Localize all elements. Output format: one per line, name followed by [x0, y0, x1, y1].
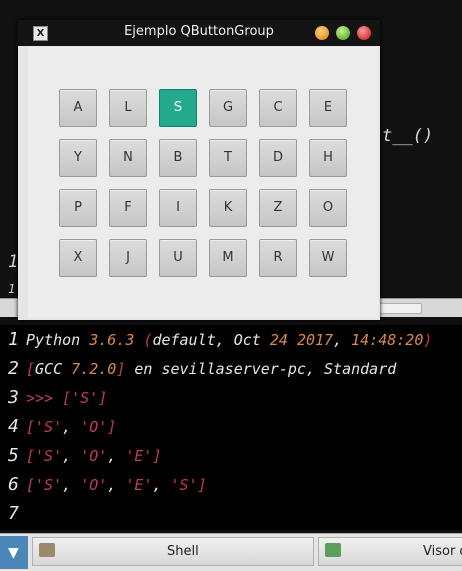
letter-button-l[interactable]: L: [109, 89, 147, 127]
editor-code-fragment: t__(): [382, 126, 434, 146]
shell-app-icon: [39, 543, 55, 557]
letter-button-z[interactable]: Z: [259, 189, 297, 227]
letter-button-s[interactable]: S: [159, 89, 197, 127]
python-shell[interactable]: 1 Python 3.6.3 (default, Oct 24 2017, 14:…: [0, 325, 462, 530]
editor-line-number: 1: [8, 282, 16, 296]
shell-line-number: 1: [8, 329, 19, 350]
shell-line: 2 [GCC 7.2.0] en sevillaserver-pc, Standa…: [0, 354, 462, 382]
letter-button-y[interactable]: Y: [59, 139, 97, 177]
shell-line-text: >>> ['S']: [26, 389, 108, 407]
letter-button-r[interactable]: R: [259, 239, 297, 277]
funnel-icon: ▼: [8, 545, 19, 561]
editor-line-number: 1: [8, 252, 19, 272]
letter-button-h[interactable]: H: [309, 139, 347, 177]
taskbar-item-shell[interactable]: Shell: [32, 537, 314, 566]
letter-button-u[interactable]: U: [159, 239, 197, 277]
shell-line: 4 ['S', 'O']: [0, 412, 462, 440]
shell-line-text: Python 3.6.3 (default, Oct 24 2017, 14:4…: [26, 331, 433, 349]
shell-line-text: [GCC 7.2.0] en sevillaserver-pc, Standar…: [26, 360, 397, 378]
window-client-area: ALSGCE YNBTDH PFIKZO XJUMRW: [28, 47, 378, 318]
letter-button-j[interactable]: J: [109, 239, 147, 277]
shell-line-number: 4: [8, 416, 19, 437]
shell-line-text: ['S', 'O', 'E', 'S']: [26, 476, 207, 494]
shell-line: 3 >>> ['S']: [0, 383, 462, 411]
letter-button-m[interactable]: M: [209, 239, 247, 277]
shell-line-text: ['S', 'O']: [26, 418, 117, 436]
taskbar-item-visor[interactable]: Visor d: [318, 537, 462, 566]
letter-button-e[interactable]: E: [309, 89, 347, 127]
letter-button-a[interactable]: A: [59, 89, 97, 127]
letter-button-o[interactable]: O: [309, 189, 347, 227]
window-titlebar[interactable]: X Ejemplo QButtonGroup: [18, 20, 380, 46]
shell-line-text: ['S', 'O', 'E']: [26, 447, 162, 465]
minimize-icon[interactable]: [315, 26, 329, 40]
taskbar-item-label: Shell: [167, 544, 199, 559]
letter-button-g[interactable]: G: [209, 89, 247, 127]
shell-line-number: 5: [8, 445, 19, 466]
letter-button-i[interactable]: I: [159, 189, 197, 227]
qbuttongroup-window: X Ejemplo QButtonGroup ALSGCE YNBTDH PFIKZ…: [18, 20, 380, 320]
letter-button-c[interactable]: C: [259, 89, 297, 127]
letter-button-n[interactable]: N: [109, 139, 147, 177]
letter-button-x[interactable]: X: [59, 239, 97, 277]
shell-line-number: 2: [8, 358, 19, 379]
shell-line: 7: [0, 499, 462, 527]
letter-button-p[interactable]: P: [59, 189, 97, 227]
taskbar: ▼ Shell Visor d: [0, 533, 462, 571]
start-menu-button[interactable]: ▼: [0, 536, 28, 569]
letter-button-t[interactable]: T: [209, 139, 247, 177]
maximize-icon[interactable]: [336, 26, 350, 40]
letter-button-d[interactable]: D: [259, 139, 297, 177]
shell-line: 5 ['S', 'O', 'E']: [0, 441, 462, 469]
letter-button-b[interactable]: B: [159, 139, 197, 177]
close-icon[interactable]: [357, 26, 371, 40]
visor-app-icon: [325, 543, 341, 557]
shell-line: 6 ['S', 'O', 'E', 'S']: [0, 470, 462, 498]
shell-line-number: 3: [8, 387, 19, 408]
letter-button-k[interactable]: K: [209, 189, 247, 227]
letter-button-w[interactable]: W: [309, 239, 347, 277]
shell-line-number: 7: [8, 503, 19, 524]
shell-line-number: 6: [8, 474, 19, 495]
letter-button-f[interactable]: F: [109, 189, 147, 227]
taskbar-item-label: Visor d: [423, 544, 462, 559]
shell-line: 1 Python 3.6.3 (default, Oct 24 2017, 14:…: [0, 325, 462, 353]
